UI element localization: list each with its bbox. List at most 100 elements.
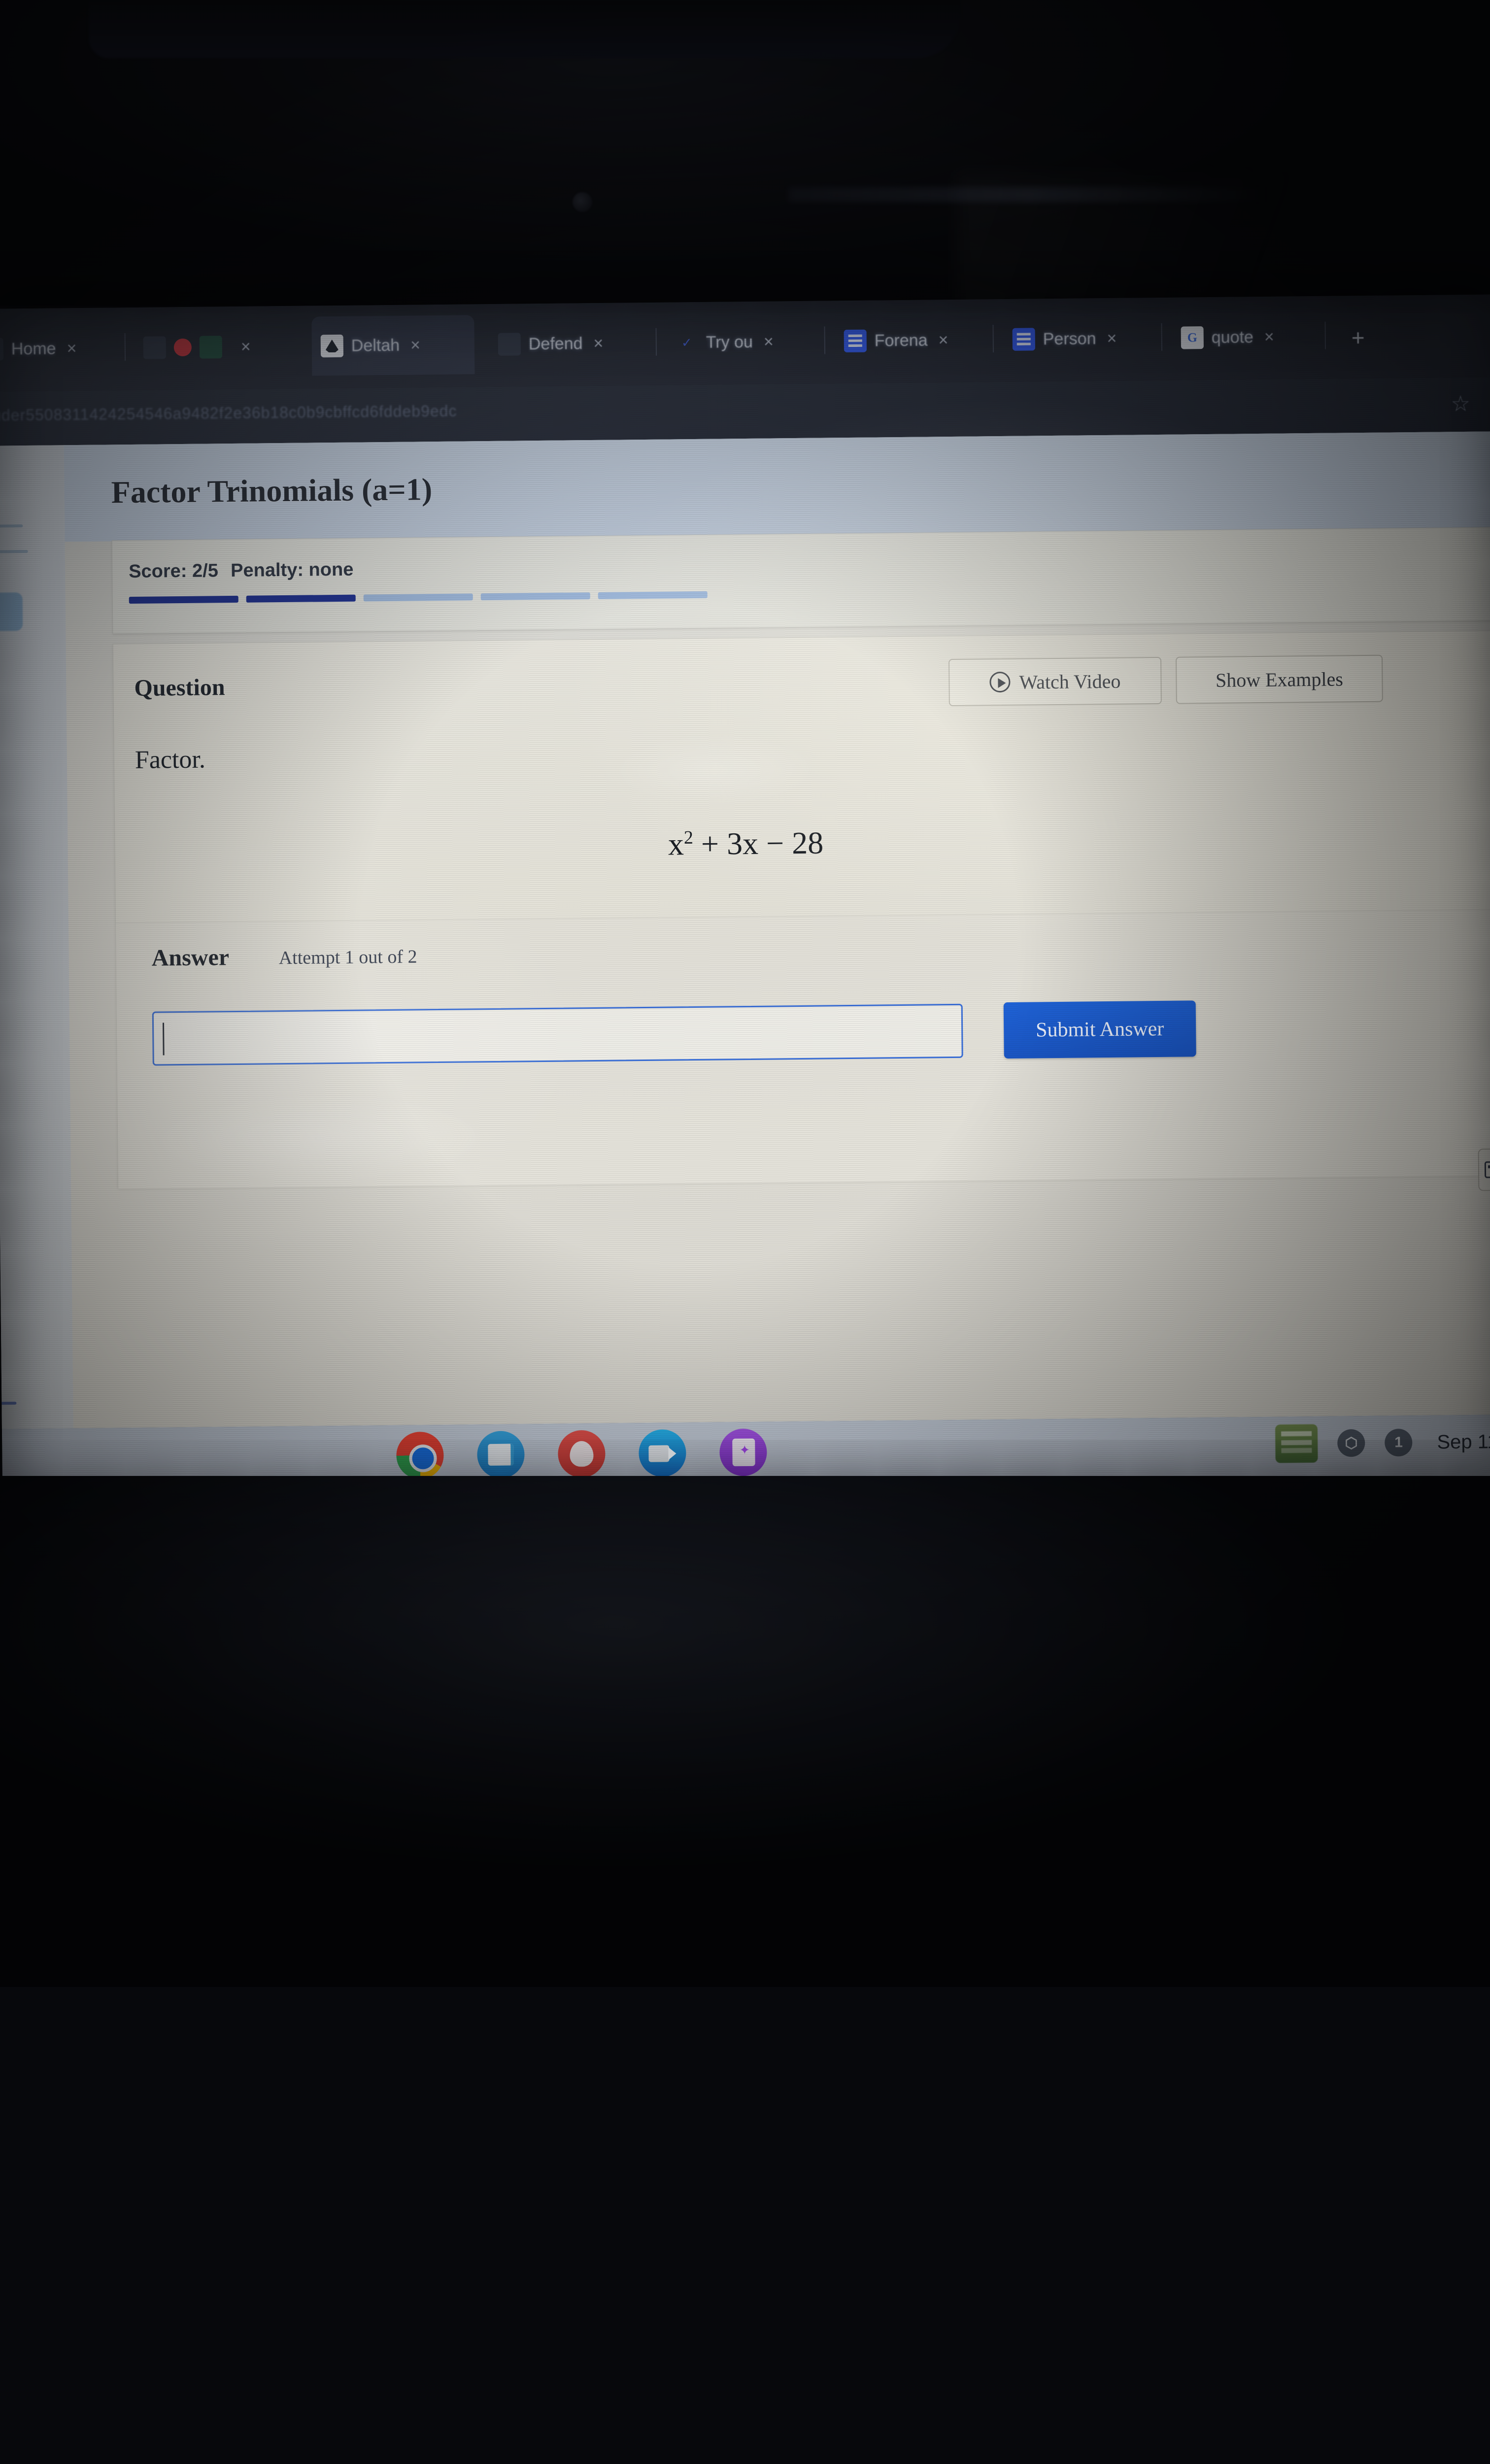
tab-separator bbox=[1161, 323, 1162, 351]
browser-tab-home[interactable]: Home × bbox=[0, 318, 115, 379]
browser-tab-defend[interactable]: Defend × bbox=[489, 313, 647, 374]
progress-bar-group bbox=[129, 591, 708, 604]
text-caret bbox=[163, 1023, 165, 1055]
expr-term2: 3x bbox=[727, 826, 759, 861]
expr-base: x bbox=[668, 826, 684, 861]
google-forms-favicon bbox=[844, 330, 867, 352]
show-examples-label: Show Examples bbox=[1216, 667, 1343, 691]
rail-line bbox=[0, 1402, 16, 1404]
keyboard-icon bbox=[1485, 1161, 1490, 1178]
tab-close-icon[interactable]: × bbox=[410, 336, 420, 355]
tab-label: Try ou bbox=[706, 332, 753, 352]
shelf-item-photos-app[interactable] bbox=[719, 1429, 767, 1476]
attempt-counter: Attempt 1 out of 2 bbox=[279, 946, 417, 969]
tab-label: quote bbox=[1212, 328, 1253, 347]
watch-video-label: Watch Video bbox=[1019, 669, 1120, 693]
circle-favicon bbox=[143, 336, 166, 359]
network-icon[interactable]: 1 bbox=[1385, 1429, 1413, 1457]
rail-chip[interactable] bbox=[0, 592, 23, 631]
system-tray[interactable]: ⬡ 1 Sep 11 bbox=[1275, 1422, 1490, 1463]
tab-close-icon[interactable]: × bbox=[67, 339, 76, 358]
new-tab-button[interactable]: + bbox=[1352, 324, 1365, 351]
watch-video-button[interactable]: Watch Video bbox=[948, 657, 1162, 706]
browser-tab-tryout[interactable]: ✓ Try ou × bbox=[666, 311, 824, 372]
tab-label: Forena bbox=[875, 331, 928, 350]
tab-close-icon[interactable]: × bbox=[241, 337, 251, 356]
browser-tab-strip: Home × × Deltah × Defend × bbox=[0, 294, 1490, 391]
laptop-bottom-bezel: DELL bbox=[0, 1476, 1490, 1987]
play-circle-icon bbox=[989, 672, 1010, 692]
browser-tab-person[interactable]: Person × bbox=[1003, 308, 1161, 369]
laptop-photo: Home × × Deltah × Defend × bbox=[0, 0, 1490, 1987]
tab-label: Person bbox=[1043, 329, 1096, 349]
tab-close-icon[interactable]: × bbox=[1264, 327, 1274, 346]
page-title: Factor Trinomials (a=1) bbox=[111, 471, 432, 511]
score-label: Score: 2/5 bbox=[129, 560, 218, 582]
answer-section-label: Answer bbox=[151, 944, 229, 972]
expr-op2: − bbox=[766, 825, 784, 860]
address-bar[interactable]: uder5508311424254546a9482f2e36b18c0b9cbf… bbox=[0, 402, 457, 425]
clock[interactable]: Sep 11 bbox=[1437, 1431, 1490, 1453]
browser-tab-forena[interactable]: Forena × bbox=[835, 310, 993, 371]
progress-segment bbox=[246, 595, 356, 603]
tab-close-icon[interactable]: × bbox=[764, 332, 774, 351]
shelf-item-camera-app[interactable] bbox=[639, 1429, 686, 1477]
question-card: Question Watch Video Show Examples Facto… bbox=[113, 630, 1490, 1188]
math-expression: x2 +3x−28 bbox=[115, 820, 1377, 868]
progress-segment bbox=[481, 592, 590, 600]
tab-separator bbox=[125, 333, 126, 361]
expr-term3: 28 bbox=[792, 825, 824, 861]
rail-line bbox=[0, 524, 23, 528]
show-examples-button[interactable]: Show Examples bbox=[1176, 655, 1383, 704]
checkmark-favicon: ✓ bbox=[676, 331, 698, 354]
home-favicon bbox=[0, 338, 3, 360]
question-section-label: Question bbox=[134, 674, 225, 702]
shelf-item-docs-app[interactable] bbox=[477, 1431, 525, 1478]
web-page: Factor Trinomials (a=1) Score: 2/5 Penal… bbox=[0, 431, 1490, 1429]
battery-icon[interactable]: ⬡ bbox=[1337, 1429, 1365, 1457]
expr-exponent: 2 bbox=[684, 827, 693, 848]
google-forms-favicon bbox=[1013, 328, 1035, 350]
progress-segment bbox=[364, 593, 473, 601]
left-rail bbox=[0, 445, 73, 1429]
shelf-app-list bbox=[396, 1429, 767, 1479]
red-dot-favicon bbox=[174, 339, 192, 356]
browser-tab-deltamath[interactable]: Deltah × bbox=[311, 315, 474, 376]
browser-tab-quote[interactable]: G quote × bbox=[1172, 307, 1325, 368]
progress-segment bbox=[598, 591, 708, 599]
submit-answer-button[interactable]: Submit Answer bbox=[1004, 1000, 1196, 1059]
keyboard-toggle-button[interactable] bbox=[1478, 1148, 1490, 1191]
tab-separator bbox=[992, 325, 994, 352]
tab-separator bbox=[1324, 322, 1326, 349]
tab-close-icon[interactable]: × bbox=[938, 331, 948, 350]
tab-label: Deltah bbox=[351, 336, 400, 355]
score-card: Score: 2/5 Penalty: none bbox=[112, 527, 1490, 634]
answer-section: Answer Attempt 1 out of 2 Submit Answer bbox=[116, 909, 1490, 1189]
page-content: Factor Trinomials (a=1) Score: 2/5 Penal… bbox=[64, 431, 1490, 1428]
expr-op1: + bbox=[701, 826, 719, 861]
page-header: Factor Trinomials (a=1) bbox=[64, 431, 1490, 542]
status-badge-icon[interactable] bbox=[1275, 1424, 1318, 1463]
tab-close-icon[interactable]: × bbox=[1107, 329, 1117, 348]
shelf-item-chrome[interactable] bbox=[396, 1432, 444, 1479]
bookmark-star-icon[interactable]: ☆ bbox=[1451, 391, 1470, 416]
laptop-screen: Home × × Deltah × Defend × bbox=[0, 294, 1490, 1491]
tab-close-icon[interactable]: × bbox=[593, 334, 603, 353]
bezel-reflection bbox=[788, 187, 1271, 202]
tab-separator bbox=[824, 326, 825, 354]
tab-label: Defend bbox=[529, 334, 583, 354]
browser-tab-2[interactable]: × bbox=[134, 317, 292, 377]
penalty-label: Penalty: none bbox=[231, 559, 354, 582]
google-favicon: G bbox=[1181, 326, 1204, 349]
question-prompt: Factor. bbox=[135, 745, 206, 775]
answer-input[interactable] bbox=[152, 1004, 963, 1066]
tab-separator bbox=[656, 328, 657, 356]
submit-answer-label: Submit Answer bbox=[1036, 1017, 1164, 1042]
deltamath-favicon bbox=[321, 335, 343, 357]
green-dot-favicon bbox=[200, 336, 222, 358]
shelf-item-paint-app[interactable] bbox=[558, 1430, 606, 1478]
webcam bbox=[573, 192, 592, 212]
laptop-top-bezel bbox=[0, 0, 1490, 306]
globe-favicon bbox=[498, 333, 521, 355]
tab-label: Home bbox=[11, 339, 56, 359]
